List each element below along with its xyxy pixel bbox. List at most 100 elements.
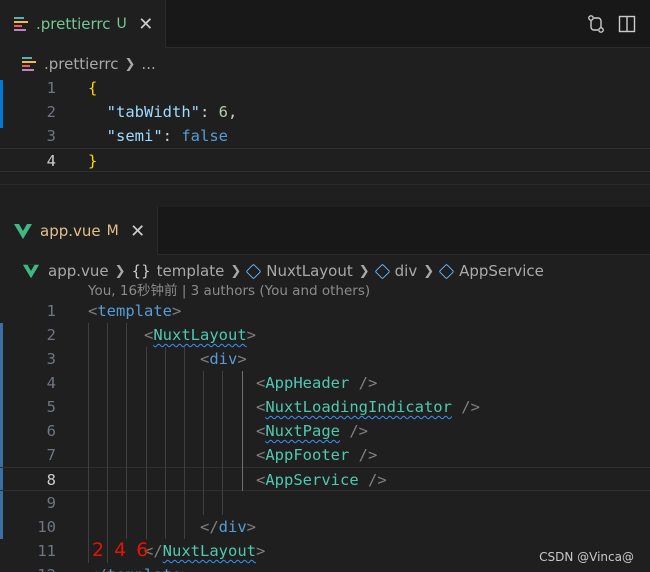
code-line[interactable]: 2 "tabWidth": 6, [0,100,650,124]
code-token: > [246,326,257,344]
line-text: <template> [88,299,181,323]
line-number: 6 [46,422,56,440]
code-line[interactable]: 7 <AppFooter /> [0,443,650,467]
tab-prettierrc[interactable]: .prettierrc U ✕ [0,0,166,48]
chevron-right-icon: ❯ [114,263,126,279]
pane-divider[interactable] [0,184,650,207]
line-number: 2 [46,326,56,344]
line-text: <AppService /> [88,468,387,492]
breadcrumb-more[interactable]: ... [141,55,155,73]
code-token: : [200,103,219,121]
code-token: < [144,326,154,344]
code-token: > [237,350,247,368]
code-line[interactable]: 3 "semi": false [0,124,650,148]
code-token: NuxtLoadingIndicator [265,398,452,416]
line-number: 2 [46,103,56,121]
line-text: </div> [88,515,256,539]
code-area[interactable]: 1 <template> 2 <NuxtLayout> 3 <div> 4 <AppHe… [0,299,650,572]
split-editor-icon[interactable] [618,14,636,39]
cube-icon [374,263,390,279]
line-text: </template> [88,563,191,572]
code-token: > [172,302,182,320]
code-token: AppHeader [265,374,350,392]
code-line[interactable]: 5 <NuxtLoadingIndicator /> [0,395,650,419]
code-token: "semi" [106,127,163,145]
code-line[interactable]: 3 <div> [0,347,650,371]
code-line[interactable]: 1 <template> [0,299,650,323]
code-token: < [88,302,98,320]
line-number: 10 [37,518,56,536]
code-token: </ [199,518,219,536]
code-token: 6 [218,103,229,121]
prettier-file-icon [14,16,28,32]
line-number: 9 [46,494,56,512]
code-token: NuxtPage [265,422,340,440]
breadcrumb-template[interactable]: {} template [132,262,225,280]
annotation-digit: 2 [92,539,107,561]
open-changes-icon[interactable] [586,14,606,39]
code-line[interactable]: 4 <AppHeader /> [0,371,650,395]
code-line[interactable]: 10 </div> [0,515,650,539]
tab-bar: app.vue M ✕ [0,207,650,255]
code-line[interactable]: 4} [0,148,650,172]
breadcrumb-label: NuxtLayout [266,262,353,280]
line-text: "semi": false [88,124,228,148]
close-icon[interactable]: ✕ [129,221,147,242]
chevron-right-icon: ❯ [358,263,370,279]
breadcrumb: .prettierrc ❯ ... [0,52,156,76]
code-line[interactable]: 12 </template> [0,563,650,572]
git-status-modified: M [106,223,119,239]
indent-guide [107,323,109,563]
line-number: 11 [37,542,56,560]
code-token: < [199,350,210,368]
close-icon[interactable]: ✕ [137,14,155,35]
code-area[interactable]: 1{2 "tabWidth": 6, 3 "semi": false 4} [0,76,650,172]
code-token: > [181,566,190,572]
code-line[interactable]: 8 <AppService /> [0,467,650,491]
code-token: div [209,350,238,368]
tab-app-vue[interactable]: app.vue M ✕ [0,207,158,255]
line-number: 4 [46,374,56,392]
tab-label: app.vue [40,222,101,240]
code-token: : [162,127,182,145]
breadcrumb-file[interactable]: .prettierrc [44,55,119,73]
line-text: } [88,149,97,173]
breadcrumb-file[interactable]: app.vue [48,262,109,280]
code-token: </ [88,566,107,572]
code-token: < [255,446,266,464]
code-token: { [88,79,98,97]
code-token: < [255,422,266,440]
line-number: 8 [46,471,56,489]
git-blame-codelens[interactable]: You, 16秒钟前 | 3 authors (You and others) [88,279,370,299]
code-line[interactable]: 6 <NuxtPage /> [0,419,650,443]
cube-icon [438,263,455,279]
code-line[interactable]: 2 <NuxtLayout> [0,323,650,347]
watermark: CSDN @Vinca@ [539,550,634,564]
indent-guide [222,371,224,515]
code-token: AppService [265,471,359,489]
vue-icon [14,223,32,239]
indent-guide [145,347,147,539]
line-text: <AppFooter /> [88,443,377,467]
breadcrumb-appservice[interactable]: AppService [438,262,544,280]
chevron-right-icon: ❯ [423,263,435,279]
code-token: < [255,374,266,392]
breadcrumb-div[interactable]: div [374,262,418,280]
line-text: <NuxtPage /> [88,419,368,443]
breadcrumb-label: div [394,262,418,280]
breadcrumb-nuxtlayout[interactable]: NuxtLayout [245,262,353,280]
code-line[interactable]: 1{ [0,76,650,100]
breadcrumb-label: AppService [459,262,544,280]
code-line[interactable]: 9 [0,491,650,515]
tab-label: .prettierrc [36,15,111,33]
code-token: /> [339,422,368,440]
line-text: { [88,76,97,100]
